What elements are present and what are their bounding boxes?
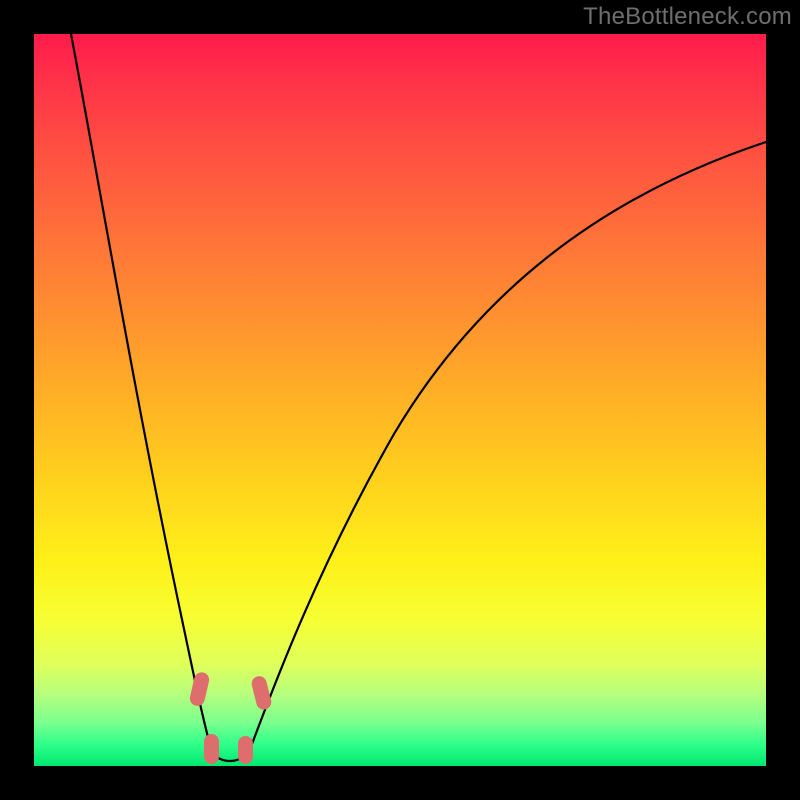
curve-left-branch [71,34,212,752]
curve-right-branch [249,142,766,752]
marker-right-shoulder [250,675,273,712]
marker-valley-right [238,736,253,764]
watermark-text: TheBottleneck.com [583,3,792,31]
marker-valley-left [204,734,219,764]
chart-frame: TheBottleneck.com [0,0,800,800]
marker-left-shoulder [188,671,210,708]
chart-svg [34,34,766,766]
